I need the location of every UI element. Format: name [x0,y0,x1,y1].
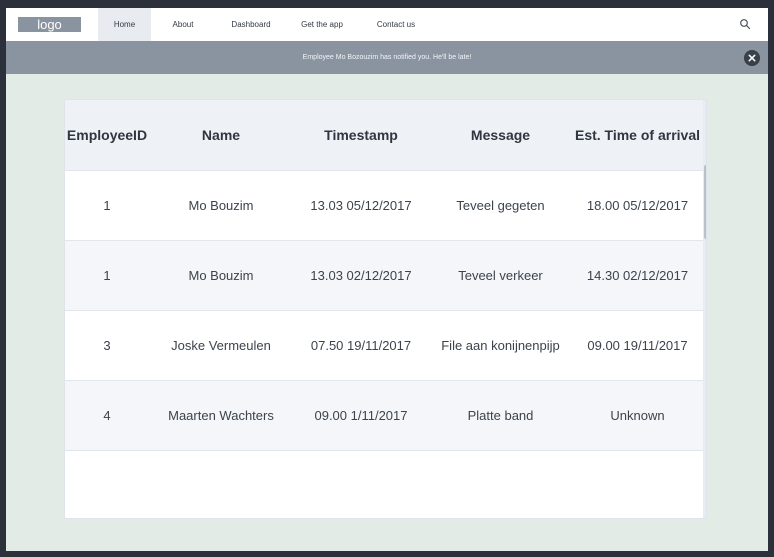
close-icon[interactable] [744,50,760,66]
scrollbar-thumb[interactable] [704,165,706,239]
app-frame: logo Home About Dashboard Get the app Co… [6,8,768,551]
search-icon[interactable] [739,18,751,30]
cell-eta: 18.00 05/12/2017 [572,170,703,241]
notification-bar: Employee Mo Bozouzim has notified you. H… [6,41,768,74]
top-navbar: logo Home About Dashboard Get the app Co… [6,8,768,41]
cell-timestamp: 13.03 05/12/2017 [293,170,429,241]
employee-table: EmployeeID Name Timestamp Message Est. T… [65,100,703,518]
cell-employee-id: 4 [65,380,149,451]
table-row-empty [65,450,703,518]
cell-eta: Unknown [572,380,703,451]
cell-name: Maarten Wachters [149,380,293,451]
cell-name: Mo Bouzim [149,240,293,311]
cell-timestamp: 09.00 1/11/2017 [293,380,429,451]
cell-name: Joske Vermeulen [149,310,293,381]
nav-item-get-the-app[interactable]: Get the app [295,8,349,41]
cell-eta: 14.30 02/12/2017 [572,240,703,311]
cell-name: Mo Bouzim [149,170,293,241]
scrollbar-track[interactable] [703,100,706,518]
table-row[interactable]: 1 Mo Bouzim 13.03 02/12/2017 Teveel verk… [65,240,703,311]
table-row[interactable]: 3 Joske Vermeulen 07.50 19/11/2017 File … [65,310,703,381]
cell-message: Teveel gegeten [429,170,572,241]
column-header-timestamp[interactable]: Timestamp [293,100,429,171]
nav-item-home[interactable]: Home [98,8,151,41]
table-header-row: EmployeeID Name Timestamp Message Est. T… [65,100,703,171]
notification-text: Employee Mo Bozouzim has notified you. H… [302,54,472,61]
column-header-employee-id[interactable]: EmployeeID [65,100,149,171]
logo[interactable]: logo [18,17,81,32]
cell-employee-id: 1 [65,240,149,311]
cell-eta: 09.00 19/11/2017 [572,310,703,381]
cell-message: Platte band [429,380,572,451]
employee-table-card: EmployeeID Name Timestamp Message Est. T… [64,99,707,519]
column-header-name[interactable]: Name [149,100,293,171]
cell-timestamp: 13.03 02/12/2017 [293,240,429,311]
table-row[interactable]: 1 Mo Bouzim 13.03 05/12/2017 Teveel gege… [65,170,703,241]
cell-employee-id: 3 [65,310,149,381]
cell-employee-id: 1 [65,170,149,241]
column-header-message[interactable]: Message [429,100,572,171]
nav-item-about[interactable]: About [163,8,203,41]
cell-message: Teveel verkeer [429,240,572,311]
nav-item-contact-us[interactable]: Contact us [370,8,422,41]
table-row[interactable]: 4 Maarten Wachters 09.00 1/11/2017 Platt… [65,380,703,451]
cell-message: File aan konijnenpijp [429,310,572,381]
nav-item-dashboard[interactable]: Dashboard [222,8,280,41]
column-header-eta[interactable]: Est. Time of arrival [572,100,703,171]
cell-timestamp: 07.50 19/11/2017 [293,310,429,381]
